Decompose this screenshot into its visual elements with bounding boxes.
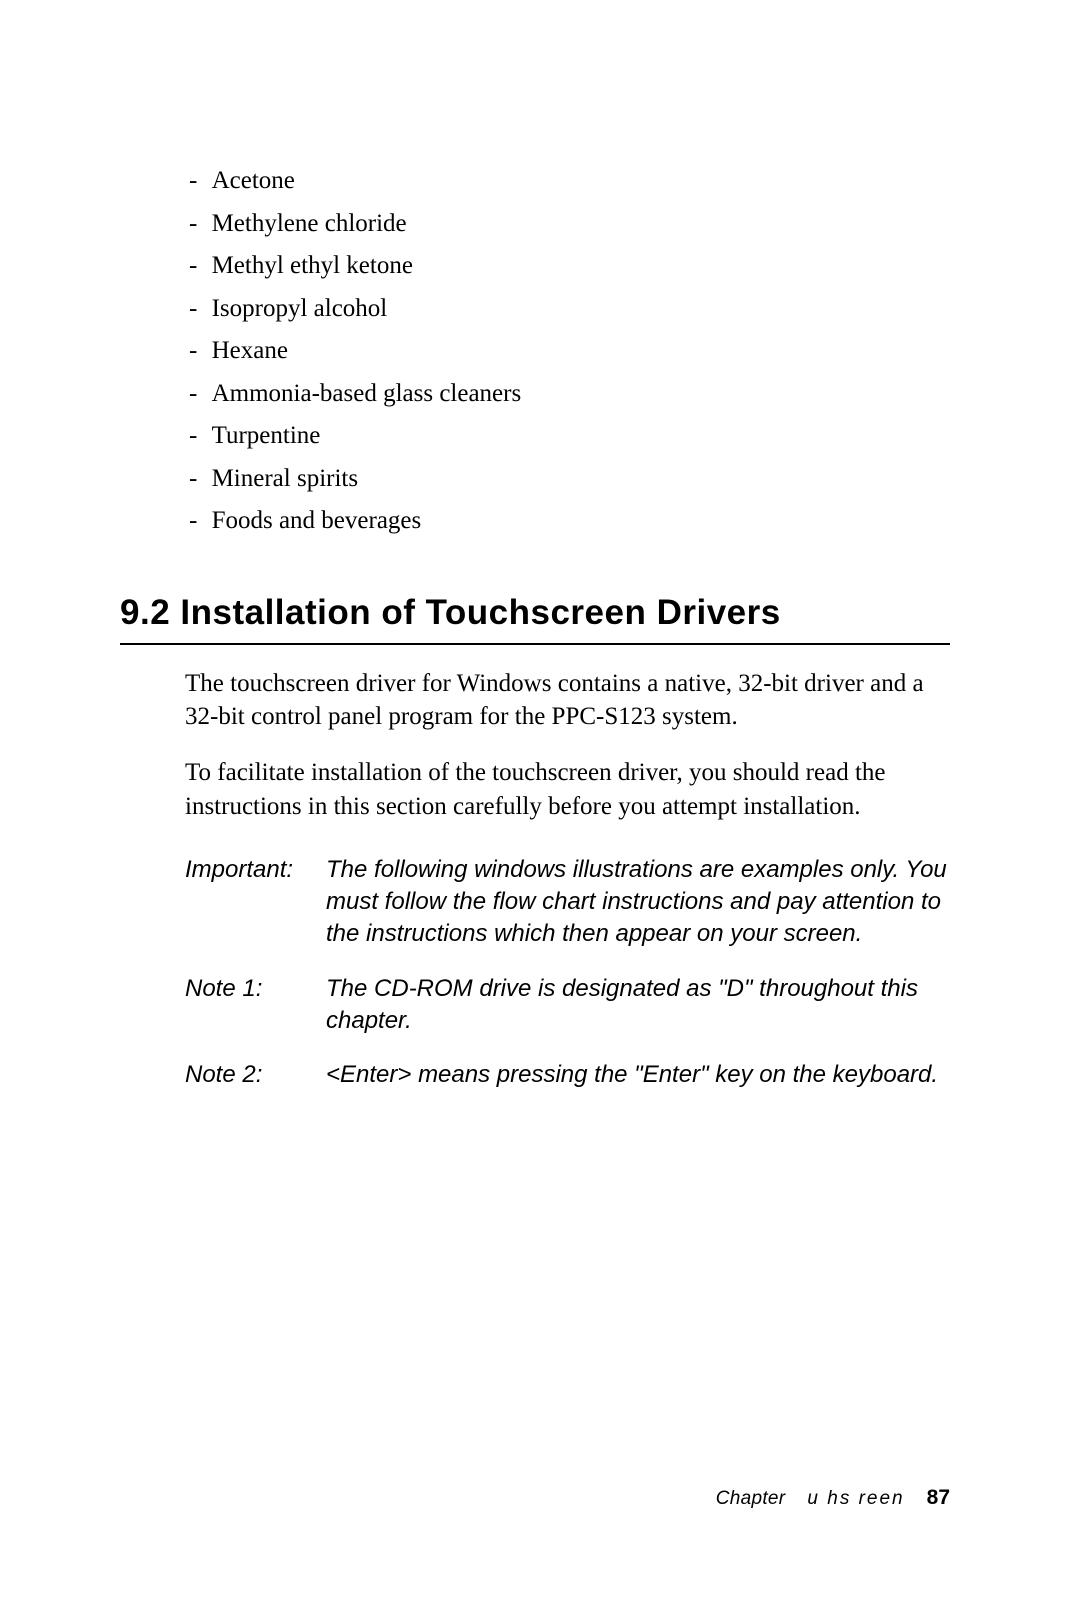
list-item: Mineral spirits [185, 458, 950, 501]
list-item: Acetone [185, 160, 950, 203]
section-heading: 9.2 Installation of Touchscreen Drivers [120, 593, 950, 645]
note2-text: <Enter> means pressing the "Enter" key o… [326, 1059, 950, 1091]
footer-chapter-label: Chapter [716, 1488, 786, 1510]
note1-text: The CD-ROM drive is designated as "D" th… [326, 973, 950, 1038]
list-item: Methylene chloride [185, 203, 950, 246]
chemical-list: Acetone Methylene chloride Methyl ethyl … [185, 160, 950, 543]
list-item: Isopropyl alcohol [185, 288, 950, 331]
important-text: The following windows illustrations are … [326, 854, 950, 951]
list-item: Turpentine [185, 415, 950, 458]
footer-page-number: 87 [927, 1486, 950, 1510]
paragraph: The touchscreen driver for Windows conta… [185, 667, 950, 735]
paragraph: To facilitate installation of the touchs… [185, 756, 950, 824]
important-label: Important: [185, 854, 320, 951]
list-item: Ammonia-based glass cleaners [185, 373, 950, 416]
footer-topic: u hs reen [807, 1488, 904, 1510]
list-item: Foods and beverages [185, 500, 950, 543]
page-footer: Chapter u hs reen 87 [716, 1486, 950, 1510]
notes-block: Important: The following windows illustr… [185, 854, 950, 1092]
list-item: Methyl ethyl ketone [185, 245, 950, 288]
note1-label: Note 1: [185, 973, 320, 1038]
note2-label: Note 2: [185, 1059, 320, 1091]
list-item: Hexane [185, 330, 950, 373]
